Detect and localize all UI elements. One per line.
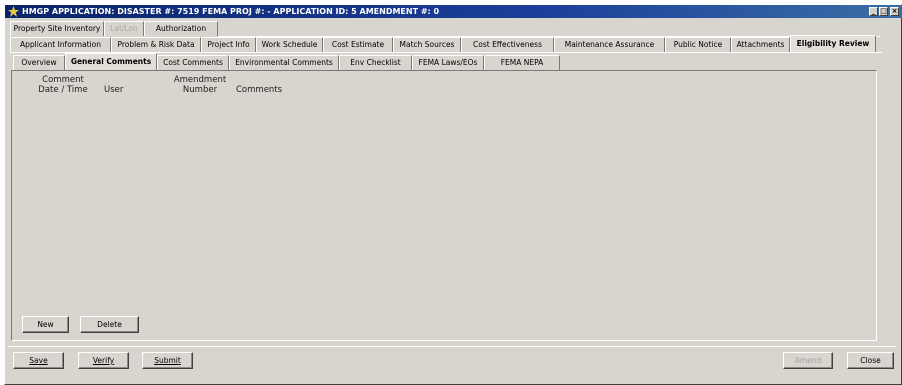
tab-eligibility-review[interactable]: Eligibility Review [790,35,876,52]
close-icon: × [891,7,898,15]
restore-button[interactable]: □ [879,7,888,16]
amend-button[interactable]: Amend [783,352,833,369]
column-header-comments[interactable]: Comments [236,85,296,95]
tab-general-comments[interactable]: General Comments [65,53,157,70]
tab-maintenance-assurance[interactable]: Maintenance Assurance [554,37,665,52]
title-bar[interactable]: HMGP APPLICATION: DISASTER #: 7519 FEMA … [5,5,902,18]
tab-project-info[interactable]: Project Info [201,37,256,52]
close-button[interactable]: Close [847,352,894,369]
close-window-button[interactable]: × [890,7,899,16]
tab-applicant-information[interactable]: Applicant Information [10,37,111,52]
comments-list[interactable] [17,99,872,309]
column-header-line1: Amendment [173,75,227,85]
submit-button[interactable]: Submit [142,352,193,369]
tab-authorization[interactable]: Authorization [144,21,218,36]
tab-property-site-inventory[interactable]: Property Site Inventory [10,21,104,36]
window-title: HMGP APPLICATION: DISASTER #: 7519 FEMA … [22,7,440,16]
column-header-comment-date-time[interactable]: Comment Date / Time [33,75,93,95]
column-header-user[interactable]: User [104,85,134,95]
minimize-icon: _ [871,7,876,15]
submit-label: Submit [154,356,181,365]
column-header-line2: Number [182,85,218,95]
tab-env-checklist[interactable]: Env Checklist [339,55,412,70]
tab-environmental-comments[interactable]: Environmental Comments [229,55,339,70]
tab-cost-comments[interactable]: Cost Comments [157,55,229,70]
tab-attachments[interactable]: Attachments [731,37,790,52]
tab-fema-laws-eos[interactable]: FEMA Laws/EOs [412,55,484,70]
tab-public-notice[interactable]: Public Notice [665,37,731,52]
save-button[interactable]: Save [13,352,64,369]
footer-separator [8,346,896,347]
new-comment-button[interactable]: New [22,316,69,333]
verify-button[interactable]: Verify [78,352,129,369]
tab-problem-risk-data[interactable]: Problem & Risk Data [111,37,201,52]
tab-cost-estimate[interactable]: Cost Estimate [323,37,393,52]
column-header-line2: Comments [236,85,283,95]
tab-work-schedule[interactable]: Work Schedule [256,37,323,52]
column-header-line2: Date / Time [38,85,88,95]
tab-overview[interactable]: Overview [13,55,65,70]
save-label: Save [29,356,48,365]
delete-comment-button[interactable]: Delete [80,316,139,333]
tab-cost-effectiveness[interactable]: Cost Effectiveness [461,37,554,52]
tab-match-sources[interactable]: Match Sources [393,37,461,52]
column-header-amendment-number[interactable]: Amendment Number [170,75,230,95]
restore-icon: □ [880,7,887,15]
app-icon [8,6,19,17]
verify-label: Verify [92,356,115,365]
tab-lat-lon[interactable]: Lat/Lon [104,21,144,36]
tab-fema-nepa[interactable]: FEMA NEPA [484,55,560,70]
column-header-line2: User [104,85,124,95]
minimize-button[interactable]: _ [869,7,878,16]
column-header-line1: Comment [42,75,84,85]
